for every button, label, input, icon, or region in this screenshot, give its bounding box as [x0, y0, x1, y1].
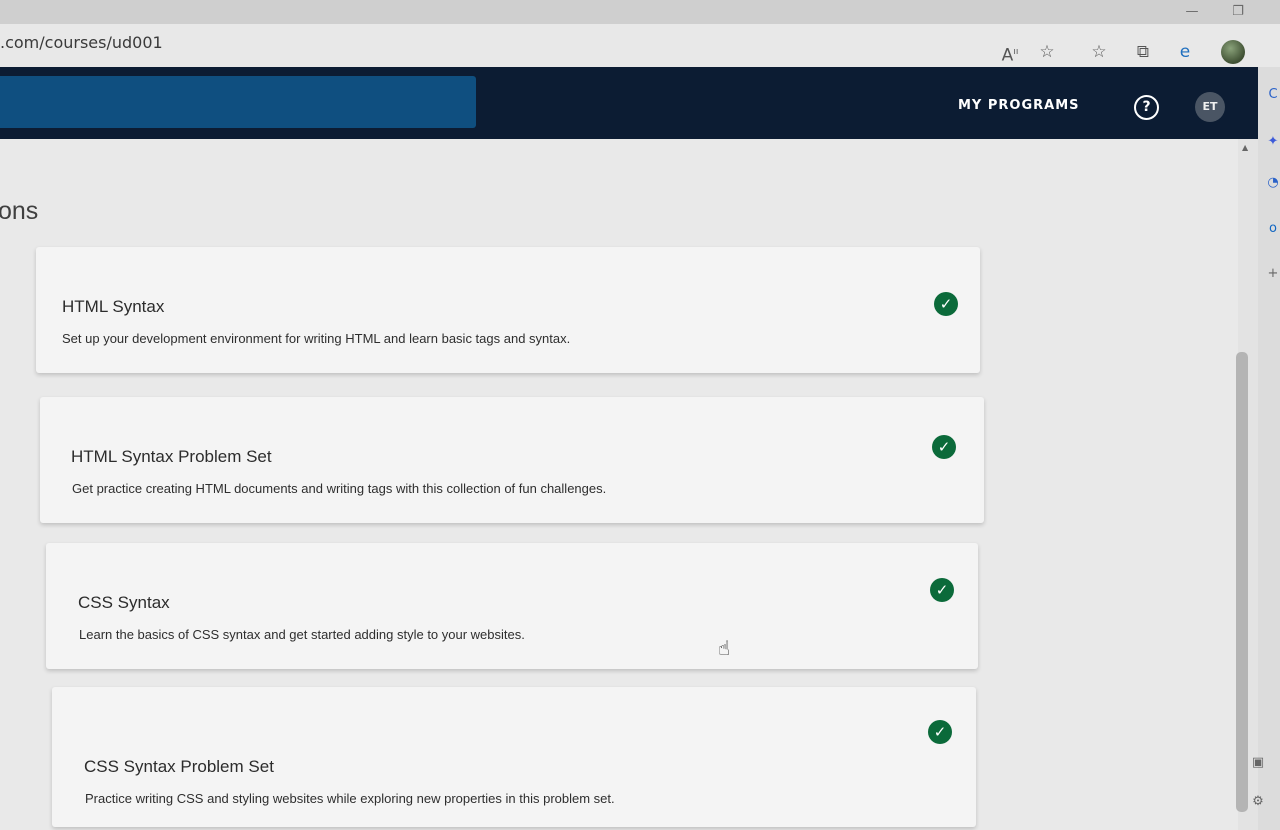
lesson-title: HTML Syntax Problem Set: [71, 447, 272, 466]
window-titlebar: — ❐: [0, 0, 1280, 24]
lesson-card[interactable]: CSS Syntax Problem Set Practice writing …: [52, 687, 976, 827]
url-text[interactable]: .com/courses/ud001: [0, 33, 163, 52]
read-aloud-icon[interactable]: Aıı: [998, 40, 1022, 66]
lesson-description: Set up your development environment for …: [62, 331, 571, 346]
tools-icon[interactable]: ◔: [1266, 176, 1280, 190]
lesson-title: HTML Syntax: [62, 297, 165, 316]
collections-icon[interactable]: ⧉: [1131, 40, 1155, 64]
lesson-card[interactable]: HTML Syntax Problem Set Get practice cre…: [40, 397, 984, 523]
site-header: MY PROGRAMS ? ET: [0, 67, 1258, 139]
search-sidebar-icon[interactable]: C: [1266, 88, 1280, 102]
scroll-up-arrow-icon[interactable]: ▲: [1242, 143, 1248, 152]
site-logo-banner[interactable]: [0, 76, 476, 128]
browser-profile-avatar[interactable]: [1221, 40, 1245, 64]
favorite-star-icon[interactable]: ☆: [1035, 40, 1059, 64]
outlook-icon[interactable]: o: [1266, 222, 1280, 236]
edge-browser-icon[interactable]: e: [1173, 40, 1197, 64]
minimize-button[interactable]: —: [1182, 4, 1202, 20]
favorites-list-icon[interactable]: ☆: [1087, 40, 1111, 64]
my-programs-link[interactable]: MY PROGRAMS: [958, 98, 1080, 113]
lesson-title: CSS Syntax: [78, 593, 170, 612]
lesson-description: Get practice creating HTML documents and…: [72, 481, 607, 496]
lesson-card[interactable]: HTML Syntax Set up your development envi…: [36, 247, 980, 373]
completed-check-icon: ✓: [928, 720, 952, 744]
copilot-icon[interactable]: ✦: [1266, 135, 1280, 149]
completed-check-icon: ✓: [932, 435, 956, 459]
lesson-title: CSS Syntax Problem Set: [84, 757, 274, 776]
completed-check-icon: ✓: [930, 578, 954, 602]
lesson-description: Practice writing CSS and styling website…: [85, 791, 615, 806]
user-avatar[interactable]: ET: [1195, 92, 1225, 122]
hand-cursor-icon: ☝: [718, 636, 731, 660]
section-title: ons: [0, 197, 39, 225]
help-icon[interactable]: ?: [1134, 95, 1159, 120]
lesson-description: Learn the basics of CSS syntax and get s…: [79, 627, 525, 642]
lesson-list-area: ons HTML Syntax Set up your development …: [0, 139, 1238, 830]
scrollbar-thumb[interactable]: [1236, 352, 1248, 812]
lesson-card[interactable]: CSS Syntax Learn the basics of CSS synta…: [46, 543, 978, 669]
restore-button[interactable]: ❐: [1228, 4, 1248, 20]
completed-check-icon: ✓: [934, 292, 958, 316]
settings-gear-icon[interactable]: ⚙: [1251, 795, 1265, 809]
add-sidebar-app-icon[interactable]: +: [1266, 267, 1280, 281]
sidebar-toggle-icon[interactable]: ▣: [1251, 756, 1265, 770]
